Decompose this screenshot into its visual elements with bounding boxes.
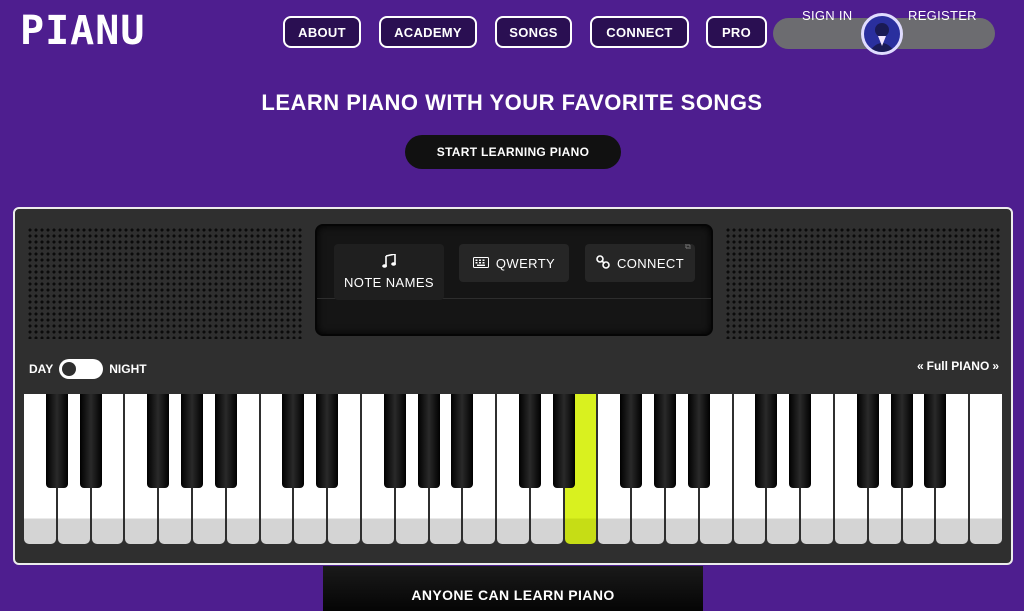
qwerty-label: QWERTY bbox=[495, 255, 556, 271]
black-key[interactable] bbox=[789, 394, 812, 488]
note-names-label: NOTE NAMES bbox=[344, 275, 434, 290]
black-key[interactable] bbox=[856, 394, 879, 488]
black-key[interactable] bbox=[755, 394, 778, 488]
logo[interactable]: PIANU bbox=[20, 8, 145, 54]
right-speaker-grille bbox=[725, 227, 1000, 339]
black-key[interactable] bbox=[687, 394, 710, 488]
nav-academy-button[interactable]: ACADEMY bbox=[379, 16, 477, 48]
black-key[interactable] bbox=[552, 394, 575, 488]
hero-title: LEARN PIANO WITH YOUR FAVORITE SONGS bbox=[261, 90, 763, 115]
anyone-can-learn-label: ANYONE CAN LEARN PIANO bbox=[411, 587, 615, 603]
black-key[interactable] bbox=[45, 394, 68, 488]
black-key[interactable] bbox=[451, 394, 474, 488]
qwerty-button[interactable]: QWERTY bbox=[459, 244, 569, 282]
black-key[interactable] bbox=[316, 394, 339, 488]
black-key[interactable] bbox=[147, 394, 170, 488]
black-key[interactable] bbox=[214, 394, 237, 488]
black-key[interactable] bbox=[654, 394, 677, 488]
left-speaker-grille bbox=[27, 227, 302, 339]
sign-in-link[interactable]: SIGN IN bbox=[802, 0, 853, 31]
note-names-button[interactable]: NOTE NAMES bbox=[334, 244, 444, 300]
start-learning-button[interactable]: START LEARNING PIANO bbox=[405, 135, 621, 169]
nav-connect-button[interactable]: CONNECT bbox=[590, 16, 689, 48]
piano-panel: NOTE NAMES QWERTY CONNECT ⧉ DAY NIGHT « … bbox=[13, 207, 1013, 565]
black-key[interactable] bbox=[383, 394, 406, 488]
chevron-double-left-icon: « bbox=[916, 359, 924, 373]
control-screen: NOTE NAMES QWERTY CONNECT ⧉ bbox=[315, 224, 713, 336]
avatar-icon[interactable] bbox=[861, 13, 903, 55]
day-night-toggle[interactable] bbox=[59, 359, 104, 379]
keyboard-icon bbox=[472, 256, 489, 271]
nav-pro-button[interactable]: PRO bbox=[706, 16, 767, 48]
black-key[interactable] bbox=[518, 394, 541, 488]
piano-keyboard bbox=[24, 394, 1004, 544]
nav-songs-button[interactable]: SONGS bbox=[495, 16, 572, 48]
full-piano-toggle[interactable]: « Full PIANO » bbox=[917, 359, 999, 373]
black-key[interactable] bbox=[180, 394, 203, 488]
music-note-icon bbox=[382, 253, 396, 271]
external-link-icon: ⧉ bbox=[685, 242, 691, 251]
black-key[interactable] bbox=[620, 394, 643, 488]
chevron-double-right-icon: » bbox=[992, 359, 999, 373]
full-piano-label: Full PIANO bbox=[926, 359, 990, 373]
connect-label: CONNECT bbox=[616, 255, 685, 271]
register-link[interactable]: REGISTER bbox=[908, 0, 977, 31]
night-label: NIGHT bbox=[109, 362, 147, 376]
day-night-toggle-row: DAY NIGHT bbox=[29, 359, 147, 379]
white-key[interactable] bbox=[970, 394, 1002, 544]
black-key[interactable] bbox=[890, 394, 913, 488]
black-key[interactable] bbox=[924, 394, 947, 488]
black-key[interactable] bbox=[417, 394, 440, 488]
anyone-can-learn-tab[interactable]: ANYONE CAN LEARN PIANO bbox=[323, 566, 703, 611]
link-icon bbox=[596, 254, 610, 272]
nav-about-button[interactable]: ABOUT bbox=[283, 16, 361, 48]
black-key[interactable] bbox=[79, 394, 102, 488]
day-label: DAY bbox=[29, 362, 54, 376]
black-key[interactable] bbox=[282, 394, 305, 488]
connect-midi-button[interactable]: CONNECT bbox=[585, 244, 695, 282]
